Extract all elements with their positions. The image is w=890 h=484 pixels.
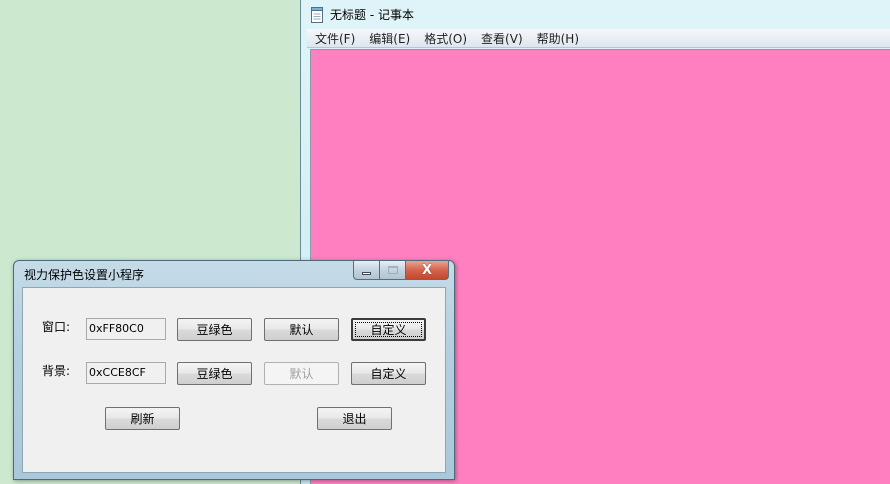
- caption-buttons: X: [353, 261, 449, 280]
- refresh-button[interactable]: 刷新: [105, 407, 180, 430]
- dialog-client-area: 窗口: 0xFF80C0 豆绿色 默认 自定义 背景: 0xCCE8CF 豆绿色…: [22, 287, 446, 473]
- dialog-title: 视力保护色设置小程序: [24, 267, 145, 282]
- menu-view[interactable]: 查看(V): [481, 30, 523, 47]
- background-default-button: 默认: [264, 362, 339, 385]
- notepad-titlebar[interactable]: 无标题 - 记事本: [301, 0, 890, 29]
- eye-protection-dialog: 视力保护色设置小程序 X 窗口: 0xFF80C0 豆绿色 默认 自定义 背景:…: [13, 260, 455, 480]
- maximize-icon: [387, 266, 398, 274]
- notepad-app-icon: [310, 6, 324, 23]
- background-label: 背景:: [42, 364, 71, 378]
- close-button[interactable]: X: [405, 261, 449, 280]
- background-custom-button[interactable]: 自定义: [351, 362, 426, 385]
- menu-edit[interactable]: 编辑(E): [369, 30, 410, 47]
- exit-button[interactable]: 退出: [317, 407, 392, 430]
- minimize-button[interactable]: [353, 261, 379, 280]
- background-color-value: 0xCCE8CF: [86, 362, 166, 384]
- minimize-icon: [362, 271, 371, 275]
- window-custom-button[interactable]: 自定义: [351, 318, 426, 341]
- notepad-title: 无标题 - 记事本: [330, 8, 414, 22]
- background-green-button[interactable]: 豆绿色: [177, 362, 252, 385]
- close-icon: X: [421, 262, 433, 278]
- notepad-menubar: 文件(F) 编辑(E) 格式(O) 查看(V) 帮助(H): [307, 29, 890, 48]
- menu-format[interactable]: 格式(O): [424, 30, 467, 47]
- maximize-button: [379, 261, 405, 280]
- window-default-button[interactable]: 默认: [264, 318, 339, 341]
- menu-file[interactable]: 文件(F): [315, 30, 355, 47]
- window-color-value: 0xFF80C0: [86, 318, 166, 340]
- menu-help[interactable]: 帮助(H): [537, 30, 579, 47]
- window-label: 窗口:: [42, 320, 71, 334]
- window-green-button[interactable]: 豆绿色: [177, 318, 252, 341]
